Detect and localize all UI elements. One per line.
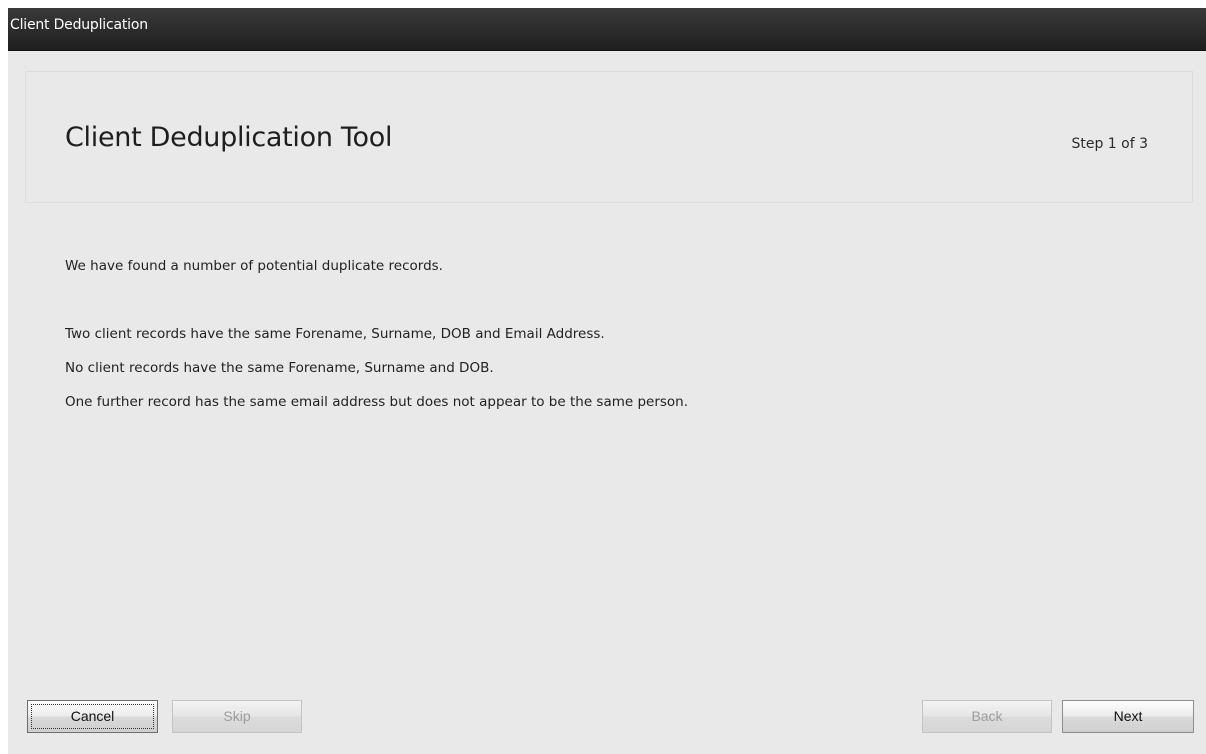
page-title: Client Deduplication Tool [65, 122, 393, 153]
next-button[interactable]: Next [1062, 700, 1194, 733]
skip-button[interactable]: Skip [172, 700, 302, 733]
summary-text: We have found a number of potential dupl… [65, 258, 443, 274]
cancel-button-label: Cancel [70, 708, 115, 724]
back-button-label: Back [971, 708, 1003, 724]
finding-text: Two client records have the same Forenam… [65, 326, 605, 342]
next-button-label: Next [1113, 708, 1143, 724]
back-button[interactable]: Back [922, 700, 1052, 733]
header-panel: Client Deduplication Tool Step 1 of 3 [25, 71, 1193, 203]
window-title: Client Deduplication [10, 17, 148, 33]
cancel-button[interactable]: Cancel [27, 700, 158, 733]
skip-button-label: Skip [223, 708, 251, 724]
step-indicator: Step 1 of 3 [1071, 136, 1148, 152]
finding-text: One further record has the same email ad… [65, 394, 689, 410]
title-bar[interactable]: Client Deduplication [8, 8, 1206, 51]
finding-text: No client records have the same Forename… [65, 360, 494, 376]
wizard-window: Client Deduplication Client Deduplicatio… [8, 8, 1206, 754]
